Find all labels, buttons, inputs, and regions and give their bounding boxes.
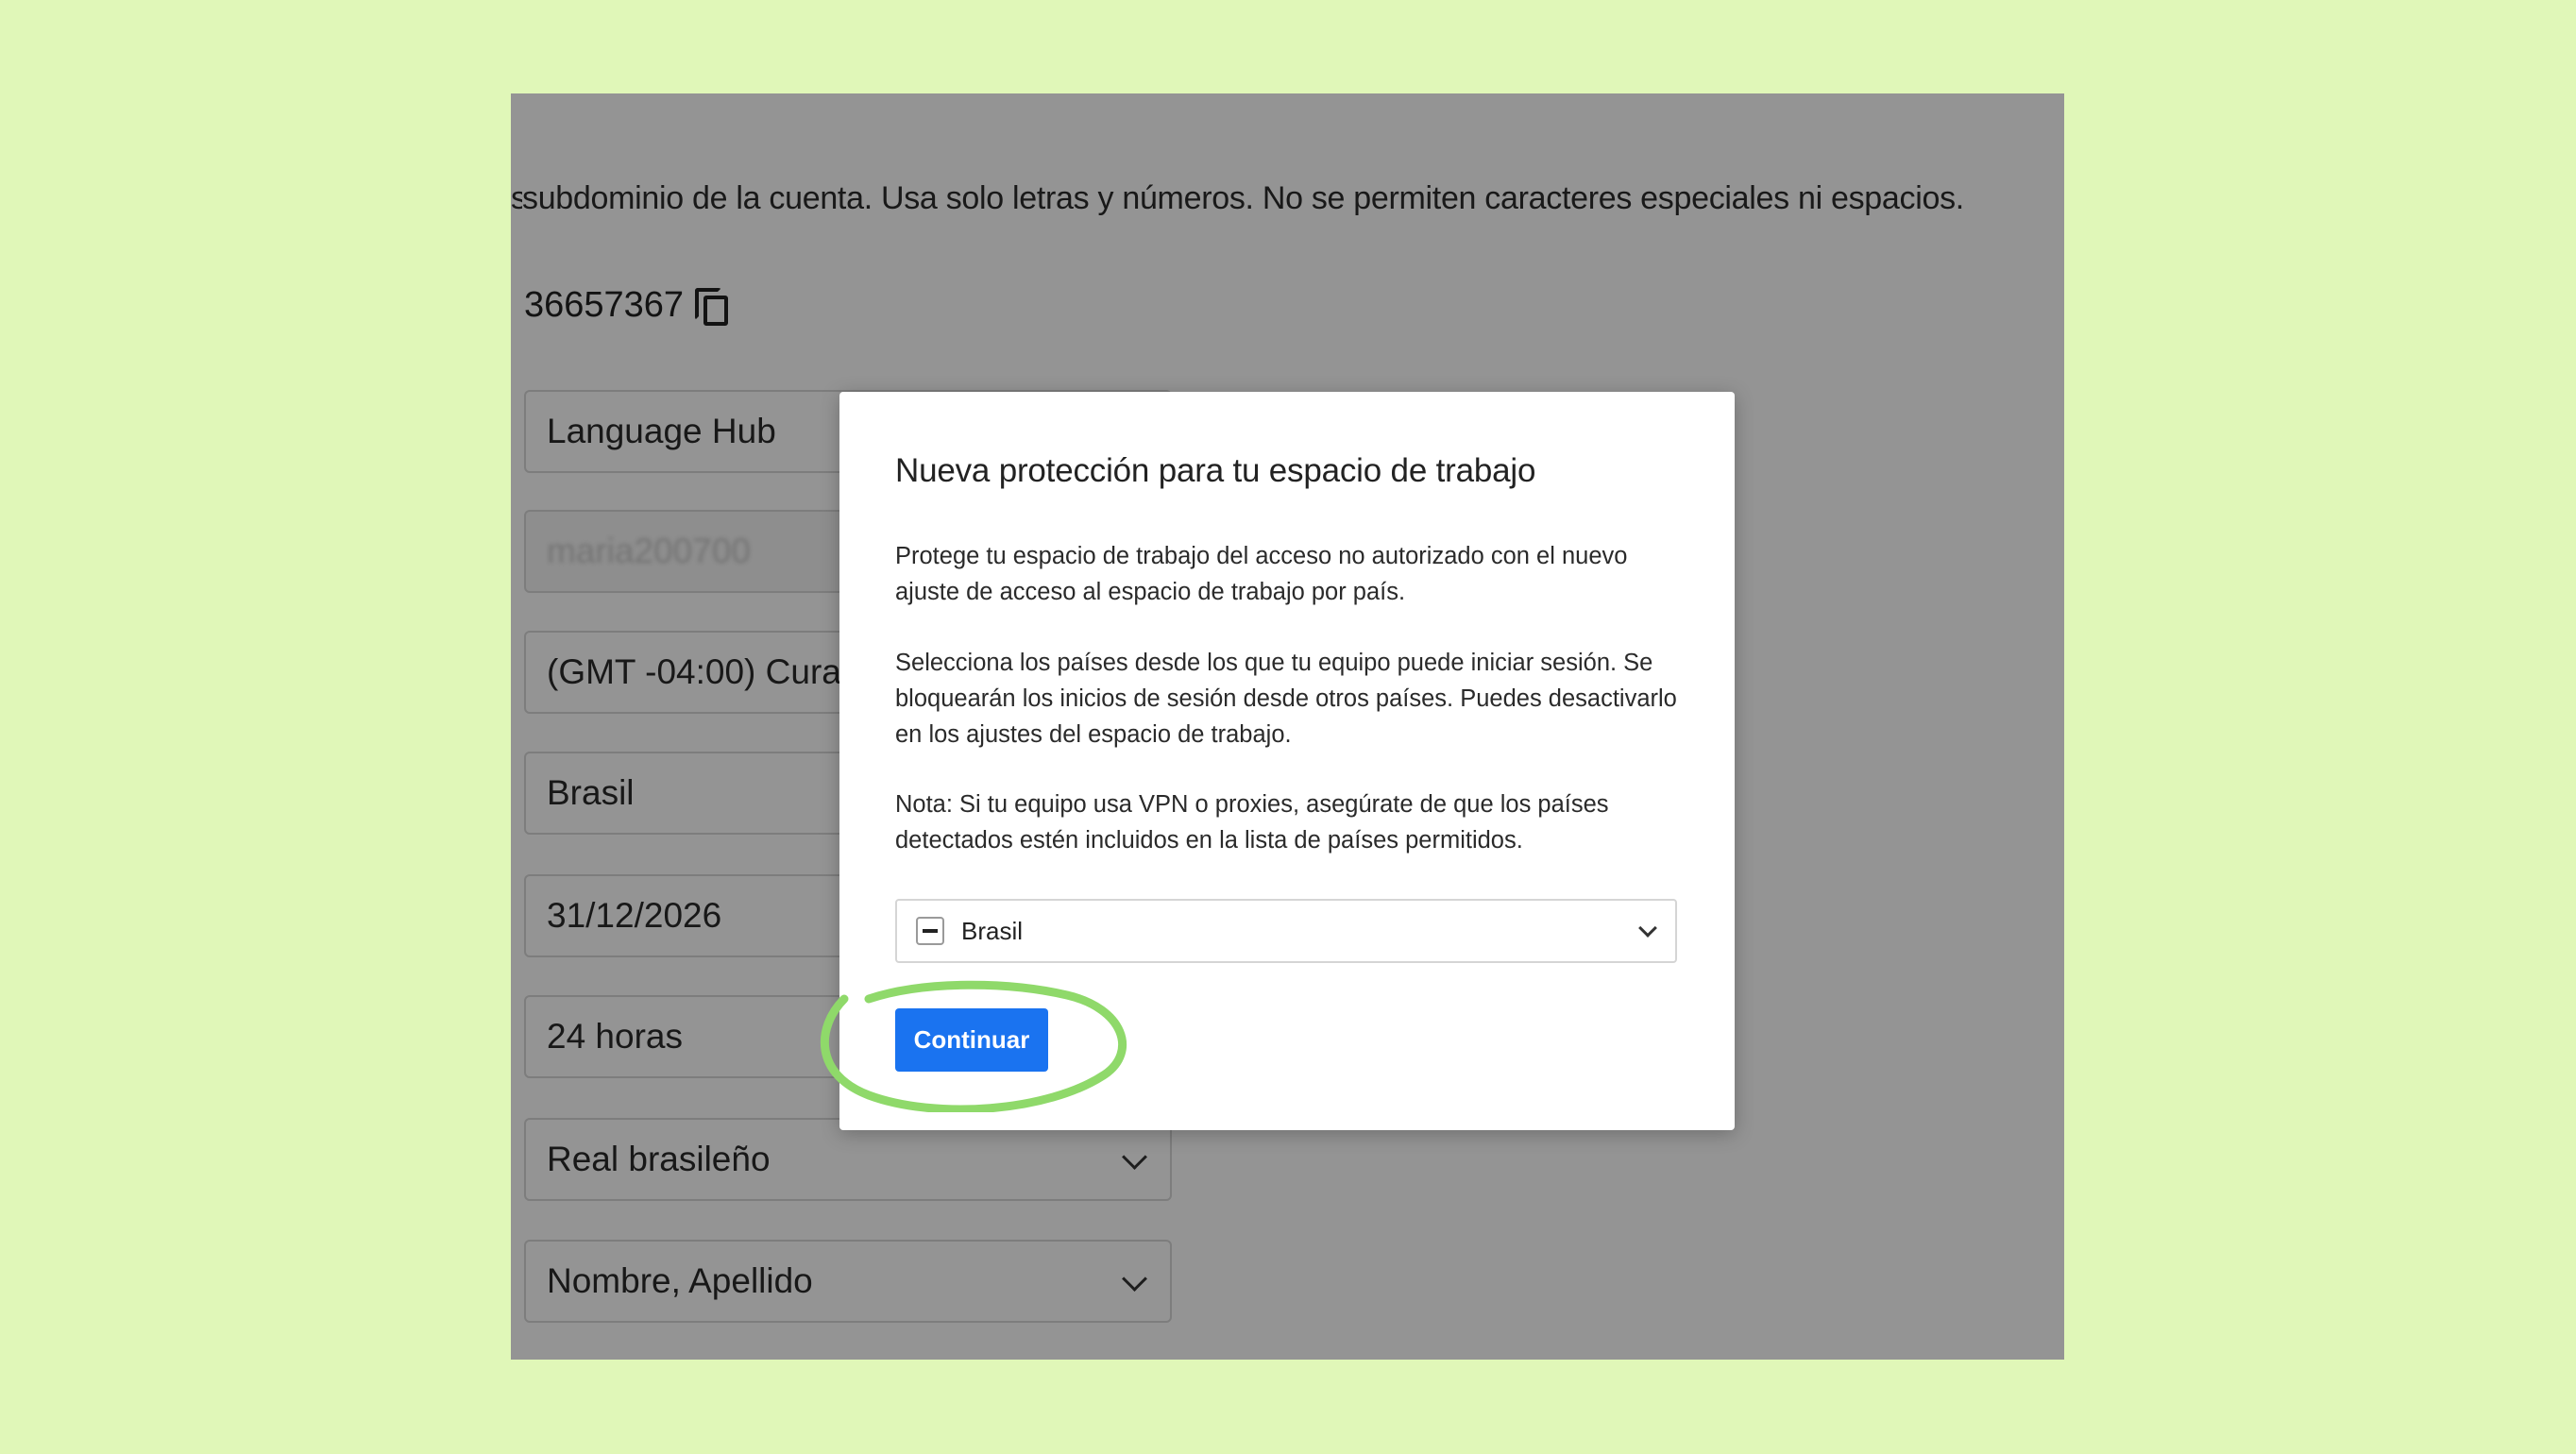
- dialog-paragraph-note: Nota: Si tu equipo usa VPN o proxies, as…: [895, 791, 1609, 854]
- dialog-title: Nueva protección para tu espacio de trab…: [895, 452, 1536, 489]
- workspace-protection-dialog: Nueva protección para tu espacio de trab…: [839, 392, 1735, 1130]
- continue-button[interactable]: Continuar: [895, 1008, 1048, 1072]
- dialog-paragraph-select-countries: Selecciona los países desde los que tu e…: [895, 650, 1677, 748]
- dialog-paragraph-intro: Protege tu espacio de trabajo del acceso…: [895, 543, 1628, 605]
- minus-checkbox-icon[interactable]: [916, 917, 944, 945]
- chevron-down-icon[interactable]: [1638, 919, 1657, 938]
- allowed-countries-value: Brasil: [961, 916, 1024, 945]
- allowed-countries-select[interactable]: Brasil: [895, 899, 1677, 963]
